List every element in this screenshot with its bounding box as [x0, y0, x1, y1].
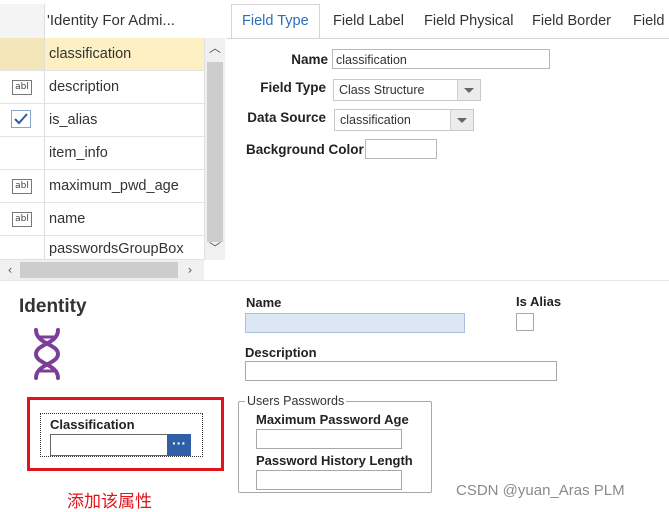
- preview-is-alias-label: Is Alias: [516, 294, 562, 309]
- annotation-text: 添加该属性: [67, 492, 152, 512]
- chevron-down-icon[interactable]: [457, 80, 480, 100]
- preview-description-label: Description: [245, 345, 317, 360]
- row-label: maximum_pwd_age: [49, 178, 179, 194]
- preview-name-label: Name: [246, 295, 282, 310]
- scroll-left-icon[interactable]: ‹: [0, 260, 20, 280]
- tab-field-border[interactable]: Field Border: [532, 5, 611, 38]
- vertical-scrollbar[interactable]: ︿ ﹀: [204, 38, 225, 260]
- max-pwd-age-label: Maximum Password Age: [256, 412, 409, 427]
- field-type-label: Field Type: [260, 80, 326, 95]
- grid-row-is-alias[interactable]: is_alias: [0, 104, 204, 137]
- background-color-label: Background Color: [246, 142, 364, 157]
- row-label: name: [49, 211, 86, 227]
- grid-row-item-info[interactable]: item_info: [0, 137, 204, 170]
- row-label: is_alias: [49, 112, 98, 128]
- max-pwd-age-field[interactable]: [256, 429, 402, 449]
- classification-label: Classification: [50, 417, 135, 432]
- tab-field-c[interactable]: Field C: [633, 5, 669, 38]
- text-field-icon: abl: [12, 179, 32, 194]
- grid-row-passwords-group-box[interactable]: passwordsGroupBox: [0, 236, 204, 259]
- grid-header-corner: [0, 4, 45, 38]
- form-title: Identity: [19, 296, 87, 317]
- preview-is-alias-checkbox[interactable]: [516, 313, 534, 331]
- row-label: item_info: [49, 145, 108, 161]
- dna-icon: [33, 328, 61, 380]
- grid-row-classification[interactable]: classification: [0, 38, 204, 71]
- grid-row-maximum-pwd-age[interactable]: abl maximum_pwd_age: [0, 170, 204, 203]
- data-source-select[interactable]: classification: [334, 109, 474, 131]
- row-icon-cell: [0, 38, 45, 70]
- data-source-label: Data Source: [247, 110, 326, 125]
- field-type-value: Class Structure: [339, 83, 425, 97]
- pwd-history-field[interactable]: [256, 470, 402, 490]
- row-label: passwordsGroupBox: [49, 241, 184, 257]
- preview-name-field[interactable]: [245, 313, 465, 333]
- text-field-icon: abl: [12, 80, 32, 95]
- scroll-thumb[interactable]: [20, 262, 178, 278]
- grid-row-description[interactable]: abl description: [0, 71, 204, 104]
- tab-field-type[interactable]: Field Type: [231, 4, 320, 38]
- field-list-grid: 'Identity For Admi... classification abl…: [0, 0, 226, 280]
- checkbox-icon: [11, 110, 31, 128]
- row-label: description: [49, 79, 120, 95]
- property-tabs: Field Type Field Label Field Physical Fi…: [226, 0, 669, 39]
- name-label: Name: [291, 52, 328, 67]
- classification-field[interactable]: [50, 434, 168, 456]
- row-label: classification: [49, 46, 132, 62]
- text-field-icon: abl: [12, 212, 32, 227]
- scroll-thumb[interactable]: [207, 62, 223, 242]
- field-type-select[interactable]: Class Structure: [333, 79, 481, 101]
- tab-field-physical[interactable]: Field Physical: [424, 5, 513, 38]
- tab-field-label[interactable]: Field Label: [333, 5, 404, 38]
- scroll-down-icon[interactable]: ﹀: [205, 238, 225, 258]
- horizontal-scrollbar[interactable]: ‹ ›: [0, 259, 204, 280]
- pwd-history-label: Password History Length: [256, 453, 413, 468]
- scroll-up-icon[interactable]: ︿: [205, 38, 225, 58]
- background-color-field[interactable]: [365, 139, 437, 159]
- scroll-right-icon[interactable]: ›: [180, 260, 200, 280]
- grid-header: 'Identity For Admi...: [0, 4, 204, 39]
- chevron-down-icon[interactable]: [450, 110, 473, 130]
- data-source-value: classification: [340, 113, 411, 127]
- watermark: CSDN @yuan_Aras PLM: [456, 482, 625, 499]
- grid-header-title[interactable]: 'Identity For Admi...: [47, 4, 204, 38]
- grid-row-name[interactable]: abl name: [0, 203, 204, 236]
- preview-description-field[interactable]: [245, 361, 557, 381]
- groupbox-legend: Users Passwords: [245, 394, 347, 408]
- ellipsis-button[interactable]: ···: [167, 434, 191, 456]
- name-field[interactable]: classification: [332, 49, 550, 69]
- panel-divider: [0, 280, 669, 281]
